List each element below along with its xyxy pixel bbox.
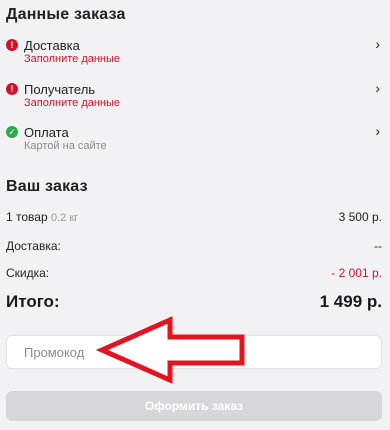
chevron-right-icon: ›: [375, 123, 380, 139]
delivery-cost-value: --: [374, 239, 382, 253]
payment-title: Оплата: [24, 125, 69, 140]
delivery-row[interactable]: ! Доставка Заполните данные ›: [6, 36, 382, 74]
chevron-right-icon: ›: [375, 36, 380, 52]
goods-value: 3 500 р.: [338, 210, 382, 224]
discount-value: - 2 001 р.: [331, 266, 382, 280]
delivery-subtitle: Заполните данные: [24, 53, 121, 65]
delivery-title: Доставка: [24, 38, 80, 53]
recipient-title: Получатель: [24, 82, 96, 97]
place-order-button[interactable]: Оформить заказ: [6, 391, 382, 421]
exclamation-icon: !: [6, 83, 18, 95]
recipient-row[interactable]: ! Получатель Заполните данные ›: [6, 80, 382, 118]
checkout-panel: Данные заказа ! Доставка Заполните данны…: [0, 0, 390, 430]
discount-label: Скидка:: [6, 266, 50, 280]
your-order-heading: Ваш заказ: [6, 178, 88, 195]
delivery-cost-label: Доставка:: [6, 239, 61, 253]
delivery-cost-line: Доставка: --: [6, 239, 382, 253]
order-data-heading: Данные заказа: [6, 6, 126, 23]
total-value: 1 499 р.: [319, 292, 382, 311]
discount-line: Скидка: - 2 001 р.: [6, 266, 382, 280]
recipient-subtitle: Заполните данные: [24, 97, 121, 109]
total-label: Итого:: [6, 292, 60, 311]
payment-subtitle: Картой на сайте: [24, 140, 107, 152]
chevron-right-icon: ›: [375, 80, 380, 96]
check-icon: ✓: [6, 126, 18, 138]
total-line: Итого: 1 499 р.: [6, 292, 382, 312]
goods-label: 1 товар: [6, 210, 48, 224]
red-arrow-annotation: [96, 316, 245, 384]
exclamation-icon: !: [6, 39, 18, 51]
goods-line: 1 товар 0.2 кг 3 500 р.: [6, 210, 382, 224]
payment-row[interactable]: ✓ Оплата Картой на сайте ›: [6, 123, 382, 161]
goods-weight: 0.2 кг: [50, 212, 79, 224]
